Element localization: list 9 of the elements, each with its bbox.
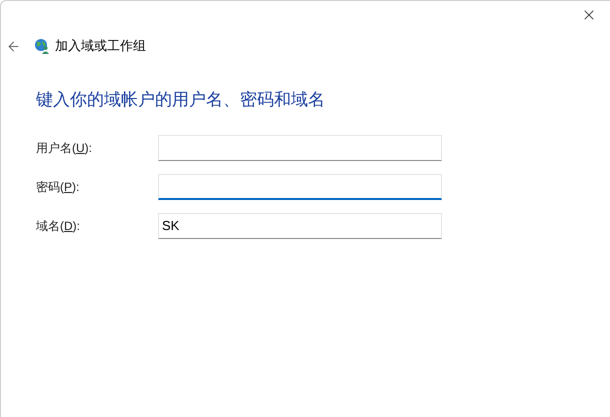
globe-user-icon bbox=[34, 38, 50, 54]
input-field[interactable]: SK bbox=[158, 212, 442, 238]
input-field[interactable] bbox=[158, 174, 442, 200]
window-title: 加入域或工作组 bbox=[55, 37, 146, 56]
field-label: 用户名(U): bbox=[36, 140, 94, 156]
field-label: 域名(D): bbox=[36, 218, 82, 234]
field-label: 密码(P): bbox=[36, 178, 80, 196]
input-field[interactable] bbox=[158, 134, 442, 160]
instruction-heading: 键入你的域帐户的用户名、密码和域名 bbox=[36, 89, 325, 111]
